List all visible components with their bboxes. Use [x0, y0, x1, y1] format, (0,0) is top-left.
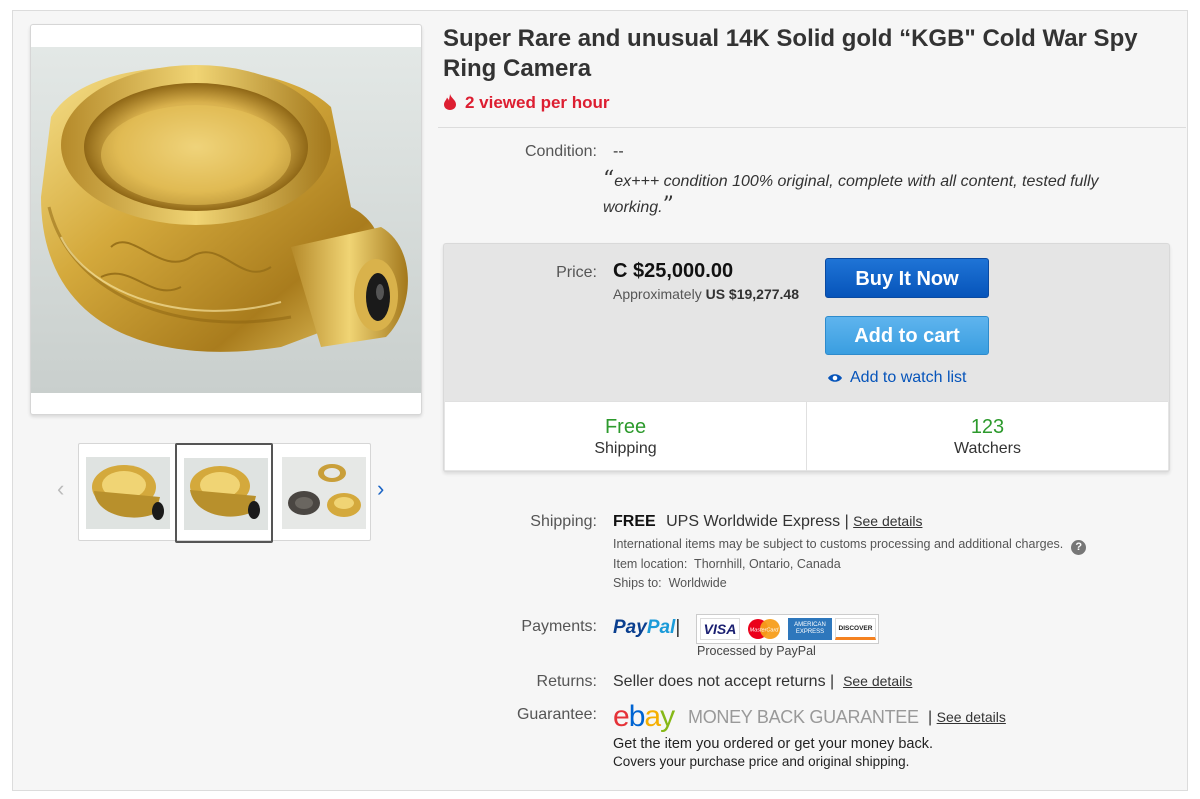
- ships-to: Ships to: Worldwide: [613, 576, 727, 590]
- returns-see-details-link[interactable]: See details: [843, 673, 912, 689]
- guarantee-see-details-link[interactable]: See details: [937, 709, 1006, 725]
- price-label: Price:: [556, 264, 597, 281]
- approx-value: US $19,277.48: [705, 286, 799, 302]
- ebay-logo: ebay: [613, 700, 675, 734]
- amex-icon: AMERICAN EXPRESS: [788, 618, 832, 640]
- thumbnail-ring-image: [184, 458, 268, 530]
- guarantee-line-2: Covers your purchase price and original …: [613, 754, 910, 769]
- eye-icon: [828, 374, 842, 382]
- discover-icon: DISCOVER: [835, 618, 876, 640]
- guarantee-line-1: Get the item you ordered or get your mon…: [613, 736, 933, 752]
- price-approx: Approximately US $19,277.48: [613, 286, 799, 302]
- close-quote: ”: [662, 193, 674, 218]
- condition-label: Condition:: [524, 143, 597, 160]
- card-logos: VISA MasterCard AMERICAN EXPRESS DISCOVE…: [696, 614, 879, 644]
- guarantee-see-line: | See details: [928, 709, 1006, 727]
- processed-by-paypal: Processed by PayPal: [697, 644, 816, 658]
- condition-description: “ex+++ condition 100% original, complete…: [603, 168, 1163, 220]
- free-shipping-stat: Free Shipping: [445, 402, 806, 471]
- mastercard-icon: MasterCard: [743, 618, 785, 640]
- ebay-logo-b: b: [628, 700, 646, 733]
- money-back-guarantee: MONEY BACK GUARANTEE: [688, 707, 919, 727]
- watchers-count: 123: [970, 416, 1005, 438]
- thumbnail-1[interactable]: [79, 444, 177, 542]
- thumbnail-next-chevron-icon[interactable]: ›: [377, 478, 384, 500]
- free-shipping-big: Free: [604, 416, 647, 438]
- gold-ring-image: [31, 47, 421, 393]
- returns-text: Seller does not accept returns: [613, 673, 826, 690]
- shipping-line: FREE UPS Worldwide Express | See details: [613, 513, 922, 531]
- payments-label: Payments:: [521, 618, 597, 635]
- intl-note-text: International items may be subject to cu…: [613, 537, 1064, 551]
- approx-prefix: Approximately: [613, 286, 702, 302]
- thumbnail-3[interactable]: [275, 444, 373, 542]
- shipping-label: Shipping:: [530, 513, 597, 530]
- thumbnail-2[interactable]: [175, 443, 273, 543]
- viewed-per-hour: 2 viewed per hour: [443, 93, 610, 113]
- condition-value: --: [613, 143, 624, 160]
- returns-separator: |: [830, 673, 835, 690]
- visa-icon: VISA: [700, 618, 740, 640]
- thumbnail-parts-image: [282, 457, 366, 529]
- free-shipping-small: Shipping: [594, 440, 657, 457]
- main-product-image[interactable]: [30, 24, 422, 415]
- paypal-logo-pal: Pal: [646, 617, 676, 638]
- listing-title: Super Rare and unusual 14K Solid gold “K…: [443, 25, 1138, 82]
- watch-list-label: Add to watch list: [850, 369, 967, 386]
- open-quote: “: [603, 167, 615, 192]
- returns-label: Returns:: [536, 673, 597, 690]
- watchers-stat: 123 Watchers: [806, 402, 1168, 471]
- price-value: C $25,000.00: [613, 260, 734, 282]
- watchers-label: Watchers: [954, 440, 1021, 457]
- item-location: Item location: Thornhill, Ontario, Canad…: [613, 557, 841, 571]
- returns-line: Seller does not accept returns | See det…: [613, 673, 912, 691]
- mastercard-text: MasterCard: [750, 628, 780, 634]
- stats-row: Free Shipping 123 Watchers: [445, 401, 1168, 471]
- paypal-logo-pay: Pay: [613, 617, 647, 638]
- mastercard-logo: MasterCard: [748, 619, 780, 639]
- paypal-logo: PayPal|: [613, 617, 680, 639]
- thumbnail-prev-chevron-icon[interactable]: ‹: [57, 478, 64, 500]
- help-icon[interactable]: ?: [1071, 540, 1087, 555]
- add-to-watch-list-link[interactable]: Add to watch list: [828, 369, 967, 387]
- guarantee-label: Guarantee:: [516, 706, 597, 723]
- title-divider: [438, 127, 1186, 128]
- payments-separator: |: [675, 617, 681, 638]
- thumbnail-strip: [78, 443, 373, 543]
- shipping-service: UPS Worldwide Express: [666, 513, 841, 530]
- ebay-logo-a: a: [644, 700, 661, 733]
- intl-note: International items may be subject to cu…: [613, 537, 1087, 555]
- shipping-see-details-link[interactable]: See details: [853, 513, 922, 529]
- viewed-text: 2 viewed per hour: [465, 93, 610, 112]
- shipping-free: FREE: [613, 513, 656, 530]
- thumbnail-ring-image: [86, 457, 170, 529]
- shipping-separator: |: [844, 513, 849, 530]
- ebay-logo-e: e: [613, 700, 630, 733]
- buy-it-now-button[interactable]: Buy It Now: [825, 258, 989, 298]
- flame-icon: [444, 94, 456, 110]
- condition-description-text: ex+++ condition 100% original, complete …: [603, 173, 1099, 216]
- add-to-cart-button[interactable]: Add to cart: [825, 316, 989, 355]
- ebay-logo-y: y: [660, 700, 675, 733]
- guarantee-separator: |: [928, 709, 933, 726]
